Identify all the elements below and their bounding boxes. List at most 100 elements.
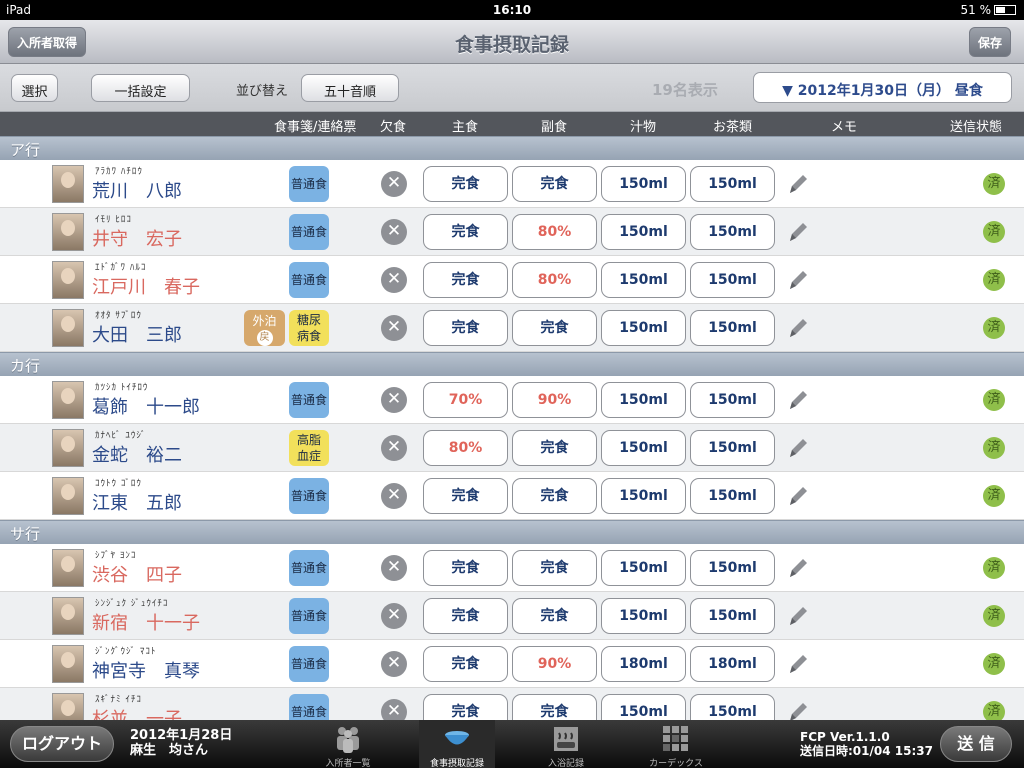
main-intake-button[interactable]: 完食 [423,694,508,720]
soup-intake-button[interactable]: 150ml [601,598,686,634]
meal-slip-badge[interactable]: 普通食 [289,550,329,586]
resident-row[interactable]: ｱﾗｶﾜ ﾊﾁﾛｳ 荒川 八郎 普通食 ✕ 完食 完食 150ml 150ml 済 [0,160,1024,208]
outing-badge[interactable]: 外泊戻 [244,310,285,346]
resident-row[interactable]: ｺｳﾄｳ ｺﾞﾛｳ 江東 五郎 普通食 ✕ 完食 完食 150ml 150ml 済 [0,472,1024,520]
resident-row[interactable]: ｼﾝｼﾞｭｸ ｼﾞｭｳｲﾁｺ 新宿 十一子 普通食 ✕ 完食 完食 150ml 150ml 済 [0,592,1024,640]
soup-intake-button[interactable]: 150ml [601,430,686,466]
resident-row[interactable]: ｵｵﾀ ｻﾌﾞﾛｳ 大田 三郎 外泊戻糖尿 病食 ✕ 完食 完食 150ml 150ml 済 [0,304,1024,352]
side-intake-button[interactable]: 完食 [512,310,597,346]
soup-intake-button[interactable]: 180ml [601,646,686,682]
pencil-icon[interactable] [786,435,810,461]
resident-row[interactable]: ｴﾄﾞｶﾞﾜ ﾊﾙｺ 江戸川 春子 普通食 ✕ 完食 80% 150ml 150ml 済 [0,256,1024,304]
resident-row[interactable]: ｼﾌﾞﾔ ﾖﾝｺ 渋谷 四子 普通食 ✕ 完食 完食 150ml 150ml 済 [0,544,1024,592]
main-intake-button[interactable]: 完食 [423,310,508,346]
side-intake-button[interactable]: 完食 [512,598,597,634]
side-intake-button[interactable]: 完食 [512,550,597,586]
main-intake-button[interactable]: 完食 [423,478,508,514]
tab-bath-record[interactable]: 入浴記録 [528,720,604,769]
tab-meal-record[interactable]: 食事摂取記録 [419,720,495,769]
tea-intake-button[interactable]: 150ml [690,262,775,298]
tea-intake-button[interactable]: 180ml [690,646,775,682]
pencil-icon[interactable] [786,555,810,581]
send-button[interactable]: 送 信 [940,726,1012,762]
soup-intake-button[interactable]: 150ml [601,382,686,418]
resident-row[interactable]: ｲﾓﾘ ﾋﾛｺ 井守 宏子 普通食 ✕ 完食 80% 150ml 150ml 済 [0,208,1024,256]
pencil-icon[interactable] [786,651,810,677]
side-intake-button[interactable]: 80% [512,214,597,250]
side-intake-button[interactable]: 完食 [512,166,597,202]
pencil-icon[interactable] [786,219,810,245]
pencil-icon[interactable] [786,699,810,720]
main-intake-button[interactable]: 70% [423,382,508,418]
side-intake-button[interactable]: 完食 [512,694,597,720]
meal-slip-badge[interactable]: 普通食 [289,598,329,634]
soup-intake-button[interactable]: 150ml [601,550,686,586]
tea-intake-button[interactable]: 150ml [690,478,775,514]
skip-meal-button[interactable]: ✕ [381,171,407,197]
sort-button[interactable]: 五十音順 [301,74,399,102]
meal-slip-badge[interactable]: 普通食 [289,646,329,682]
skip-meal-button[interactable]: ✕ [381,651,407,677]
tea-intake-button[interactable]: 150ml [690,598,775,634]
side-intake-button[interactable]: 90% [512,382,597,418]
tea-intake-button[interactable]: 150ml [690,430,775,466]
tea-intake-button[interactable]: 150ml [690,310,775,346]
skip-meal-button[interactable]: ✕ [381,315,407,341]
skip-meal-button[interactable]: ✕ [381,555,407,581]
tea-intake-button[interactable]: 150ml [690,214,775,250]
pencil-icon[interactable] [786,315,810,341]
tab-kardex[interactable]: カーデックス [638,720,714,769]
bulk-set-button[interactable]: 一括設定 [91,74,190,102]
skip-meal-button[interactable]: ✕ [381,603,407,629]
meal-slip-badge[interactable]: 普通食 [289,478,329,514]
soup-intake-button[interactable]: 150ml [601,694,686,720]
pencil-icon[interactable] [786,387,810,413]
skip-meal-button[interactable]: ✕ [381,267,407,293]
main-intake-button[interactable]: 完食 [423,262,508,298]
soup-intake-button[interactable]: 150ml [601,214,686,250]
main-intake-button[interactable]: 完食 [423,598,508,634]
skip-meal-button[interactable]: ✕ [381,387,407,413]
meal-slip-badge[interactable]: 高脂 血症 [289,430,329,466]
side-intake-button[interactable]: 90% [512,646,597,682]
skip-meal-button[interactable]: ✕ [381,435,407,461]
resident-row[interactable]: ｽｷﾞﾅﾐ ｲﾁｺ 杉並 一子 普通食 ✕ 完食 完食 150ml 150ml 済 [0,688,1024,720]
tea-intake-button[interactable]: 150ml [690,382,775,418]
soup-intake-button[interactable]: 150ml [601,166,686,202]
meal-slip-badge[interactable]: 糖尿 病食 [289,310,329,346]
main-intake-button[interactable]: 80% [423,430,508,466]
skip-meal-button[interactable]: ✕ [381,219,407,245]
logout-button[interactable]: ログアウト [10,726,114,762]
meal-slip-badge[interactable]: 普通食 [289,694,329,720]
resident-row[interactable]: ｼﾞﾝｸﾞｳｼﾞ ﾏｺﾄ 神宮寺 真琴 普通食 ✕ 完食 90% 180ml 180ml 済 [0,640,1024,688]
meal-slip-badge[interactable]: 普通食 [289,214,329,250]
pencil-icon[interactable] [786,267,810,293]
main-intake-button[interactable]: 完食 [423,646,508,682]
soup-intake-button[interactable]: 150ml [601,310,686,346]
pencil-icon[interactable] [786,603,810,629]
main-intake-button[interactable]: 完食 [423,214,508,250]
resident-row[interactable]: ｶﾂｼｶ ﾄｲﾁﾛｳ 葛飾 十一郎 普通食 ✕ 70% 90% 150ml 150ml 済 [0,376,1024,424]
tea-intake-button[interactable]: 150ml [690,166,775,202]
tea-intake-button[interactable]: 150ml [690,694,775,720]
tab-residents[interactable]: 入所者一覧 [310,720,386,769]
meal-slip-badge[interactable]: 普通食 [289,382,329,418]
soup-intake-button[interactable]: 150ml [601,478,686,514]
save-button[interactable]: 保存 [969,27,1012,57]
side-intake-button[interactable]: 完食 [512,430,597,466]
date-selector[interactable]: ▼ 2012年1月30日（月） 昼食 [753,72,1012,103]
select-button[interactable]: 選択 [11,74,58,102]
resident-row[interactable]: ｶﾅﾍﾋﾞ ﾕｳｼﾞ 金蛇 裕二 高脂 血症 ✕ 80% 完食 150ml 150ml 済 [0,424,1024,472]
pencil-icon[interactable] [786,483,810,509]
meal-slip-badge[interactable]: 普通食 [289,166,329,202]
side-intake-button[interactable]: 完食 [512,478,597,514]
tea-intake-button[interactable]: 150ml [690,550,775,586]
main-intake-button[interactable]: 完食 [423,550,508,586]
soup-intake-button[interactable]: 150ml [601,262,686,298]
pencil-icon[interactable] [786,171,810,197]
skip-meal-button[interactable]: ✕ [381,483,407,509]
main-intake-button[interactable]: 完食 [423,166,508,202]
resident-list[interactable]: ア行 ｱﾗｶﾜ ﾊﾁﾛｳ 荒川 八郎 普通食 ✕ 完食 完食 150ml 150ml 済ｲﾓﾘ ﾋ… [0,136,1024,720]
meal-slip-badge[interactable]: 普通食 [289,262,329,298]
side-intake-button[interactable]: 80% [512,262,597,298]
